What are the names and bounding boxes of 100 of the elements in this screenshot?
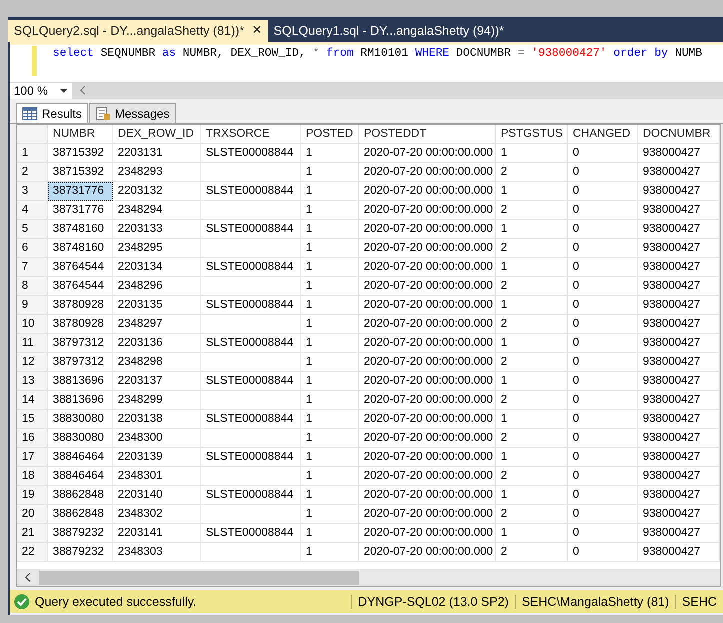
table-cell: SLSTE00008844 (201, 296, 301, 315)
row-number: 6 (17, 239, 48, 258)
table-cell: 938000427 (638, 524, 720, 543)
table-cell: SLSTE00008844 (201, 144, 301, 163)
document-tab[interactable]: SQLQuery1.sql - DY...angalaShetty (94))* (268, 20, 510, 42)
status-message: Query executed successfully. (35, 594, 198, 608)
table-cell: 38748160 (48, 220, 113, 239)
results-tab[interactable]: Messages (89, 103, 176, 123)
close-icon[interactable]: × (252, 23, 262, 39)
table-cell: 2020-07-20 00:00:00.000 (359, 163, 496, 182)
column-header[interactable]: TRXSORCE (201, 125, 301, 144)
column-header[interactable]: DEX_ROW_ID (113, 125, 201, 144)
table-cell: 2348293 (113, 163, 201, 182)
table-cell: 2203131 (113, 144, 201, 163)
table-cell: 2203137 (113, 372, 201, 391)
column-header[interactable]: POSTEDDT (359, 125, 496, 144)
row-number: 20 (17, 505, 48, 524)
table-cell: 38748160 (48, 239, 113, 258)
row-number: 7 (17, 258, 48, 277)
table-cell: 1 (496, 486, 568, 505)
table-cell: 2348300 (113, 429, 201, 448)
table-cell: 0 (568, 182, 638, 201)
table-cell: 2348298 (113, 353, 201, 372)
scrollbar-thumb[interactable] (39, 570, 359, 585)
table-cell: 2020-07-20 00:00:00.000 (359, 220, 496, 239)
table-cell: 2020-07-20 00:00:00.000 (359, 448, 496, 467)
table-cell: 938000427 (638, 258, 720, 277)
column-header[interactable]: CHANGED (568, 125, 638, 144)
table-cell: 1 (301, 163, 359, 182)
table-cell: 1 (496, 182, 568, 201)
table-cell: 0 (568, 543, 638, 562)
column-header[interactable]: NUMBR (48, 125, 113, 144)
table-cell: 1 (496, 144, 568, 163)
scroll-left-icon[interactable] (25, 573, 31, 582)
table-cell: 0 (568, 163, 638, 182)
column-header[interactable]: DOCNUMBR (638, 125, 720, 144)
table-cell: 2203141 (113, 524, 201, 543)
caret-icon (60, 88, 68, 92)
status-text: SEHC (675, 594, 723, 608)
zoom-dropdown[interactable]: 100 % (10, 82, 72, 98)
table-cell: 938000427 (638, 467, 720, 486)
table-cell: 1 (301, 543, 359, 562)
row-number: 11 (17, 334, 48, 353)
table-cell: 938000427 (638, 201, 720, 220)
table-cell: SLSTE00008844 (201, 258, 301, 277)
table-cell: 938000427 (638, 163, 720, 182)
table-cell: 1 (301, 315, 359, 334)
table-cell: 38846464 (48, 448, 113, 467)
table-cell: 2020-07-20 00:00:00.000 (359, 543, 496, 562)
table-cell: 0 (568, 505, 638, 524)
table-cell: 1 (301, 220, 359, 239)
table-cell: 2 (496, 429, 568, 448)
results-tab[interactable]: Results (16, 103, 88, 123)
table-cell: SLSTE00008844 (201, 448, 301, 467)
table-cell: 938000427 (638, 410, 720, 429)
table-cell: 2020-07-20 00:00:00.000 (359, 201, 496, 220)
table-cell: 2348302 (113, 505, 201, 524)
table-cell: 38731776 (48, 182, 113, 201)
table-cell: 0 (568, 201, 638, 220)
table-cell: 2 (496, 353, 568, 372)
table-cell: 2203136 (113, 334, 201, 353)
table-cell: 1 (301, 334, 359, 353)
table-cell: 938000427 (638, 144, 720, 163)
table-cell: 938000427 (638, 334, 720, 353)
table-cell: 1 (301, 258, 359, 277)
table-cell: 38879232 (48, 543, 113, 562)
table-cell: 38764544 (48, 277, 113, 296)
table-cell: 938000427 (638, 239, 720, 258)
table-cell: 38715392 (48, 144, 113, 163)
row-number: 9 (17, 296, 48, 315)
column-header[interactable]: PSTGSTUS (496, 125, 568, 144)
change-marker (32, 46, 37, 76)
table-cell: 2020-07-20 00:00:00.000 (359, 182, 496, 201)
document-tab[interactable]: SQLQuery2.sql - DY...angalaShetty (81))* × (8, 20, 268, 42)
table-cell: 2348295 (113, 239, 201, 258)
table-cell: 2 (496, 543, 568, 562)
table-cell: 2348296 (113, 277, 201, 296)
table-cell: SLSTE00008844 (201, 524, 301, 543)
row-number: 3 (17, 182, 48, 201)
table-cell: 2020-07-20 00:00:00.000 (359, 486, 496, 505)
table-cell: 2 (496, 239, 568, 258)
table-cell: 1 (301, 277, 359, 296)
messages-icon (95, 106, 112, 120)
table-cell: 2020-07-20 00:00:00.000 (359, 144, 496, 163)
user-name: SEHC\MangalaShetty (81) (514, 594, 676, 608)
server-name: DYNGP-SQL02 (13.0 SP2) (351, 594, 515, 608)
table-cell: 2 (496, 467, 568, 486)
column-header[interactable]: POSTED (301, 125, 359, 144)
table-cell: SLSTE00008844 (201, 486, 301, 505)
table-cell: 38830080 (48, 429, 113, 448)
table-cell: 938000427 (638, 486, 720, 505)
table-cell: 2020-07-20 00:00:00.000 (359, 239, 496, 258)
table-cell: 0 (568, 220, 638, 239)
table-cell: 2020-07-20 00:00:00.000 (359, 334, 496, 353)
table-cell: 938000427 (638, 505, 720, 524)
table-cell: 0 (568, 258, 638, 277)
row-number: 19 (17, 486, 48, 505)
table-cell: 38780928 (48, 315, 113, 334)
table-cell: 0 (568, 239, 638, 258)
table-cell: 2203140 (113, 486, 201, 505)
